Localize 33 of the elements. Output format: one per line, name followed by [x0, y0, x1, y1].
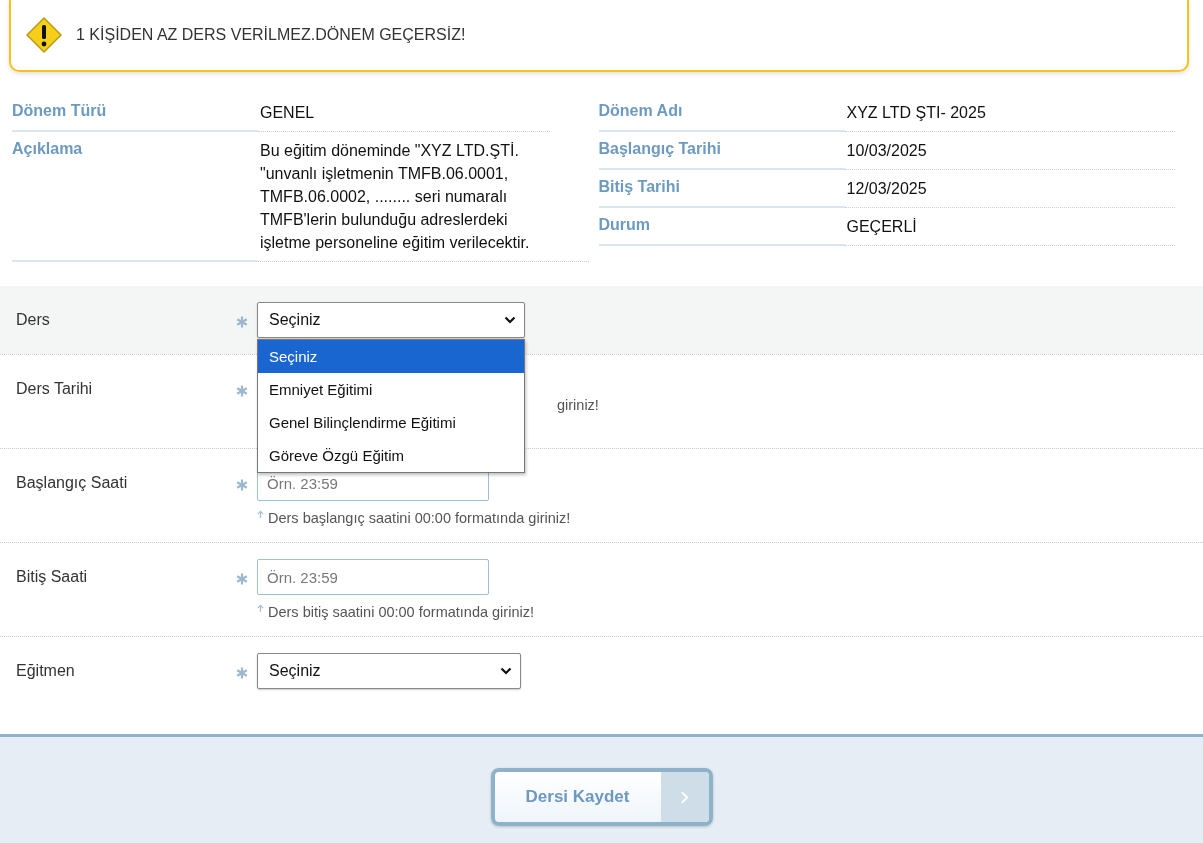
field-label: Eğitmen	[16, 661, 76, 681]
dropdown[interactable]: Seçiniz	[257, 302, 525, 338]
arrow-icon	[257, 604, 264, 613]
info-label: Başlangıç Tarihi	[598, 132, 845, 170]
info-value: XYZ LTD ŞTI- 2025	[844, 93, 1175, 132]
info-value: GENEL	[258, 93, 550, 132]
chevron-icon	[504, 316, 516, 324]
chevron-icon	[680, 789, 689, 805]
warning-icon	[24, 15, 64, 55]
info-value: 10/03/2025	[844, 131, 1175, 170]
field-label: Ders Tarihi	[16, 379, 94, 399]
dropdown-option[interactable]: Seçiniz	[258, 340, 524, 373]
info-value: Bu eğitim döneminde "XYZ LTD.ŞTİ. "unvanlı işletmenin TMFB.06.0001, TMFB.06.0002, ........ seri numaralı TMFB'lerin bulunduğu adreslerdeki işletme personeline eğitim verilecektir.	[258, 131, 589, 262]
dropdown[interactable]: Seçiniz	[257, 653, 521, 689]
dropdown-option[interactable]: Genel Bilinçlendirme Eğitimi	[258, 406, 524, 439]
info-value: 12/03/2025	[844, 169, 1175, 208]
field-hint: Ders başlangıç saatini 00:00 formatında giriniz!	[268, 510, 571, 526]
time-input[interactable]: Örn. 23:59	[257, 559, 489, 595]
info-label: Açıklama	[12, 132, 258, 262]
info-label: Dönem Türü	[12, 94, 258, 132]
info-label: Dönem Adı	[598, 94, 845, 132]
info-label: Bitiş Tarihi	[598, 170, 845, 208]
chevron-icon	[500, 667, 512, 675]
field-hint: giriniz!	[557, 397, 599, 413]
alert-message: 1 KİŞİDEN AZ DERS VERİLMEZ.DÖNEM GEÇERSİZ!	[76, 26, 466, 44]
field-label: Ders	[16, 310, 51, 330]
field-label: Bitiş Saati	[16, 567, 89, 587]
field-hint: Ders bitiş saatini 00:00 formatında giriniz!	[268, 604, 534, 620]
dropdown-option[interactable]: Emniyet Eğitimi	[258, 373, 524, 406]
arrow-icon	[257, 510, 264, 519]
info-value: GEÇERLİ	[844, 207, 1175, 246]
field-label: Başlangıç Saati	[16, 473, 129, 493]
info-label: Durum	[598, 208, 845, 246]
